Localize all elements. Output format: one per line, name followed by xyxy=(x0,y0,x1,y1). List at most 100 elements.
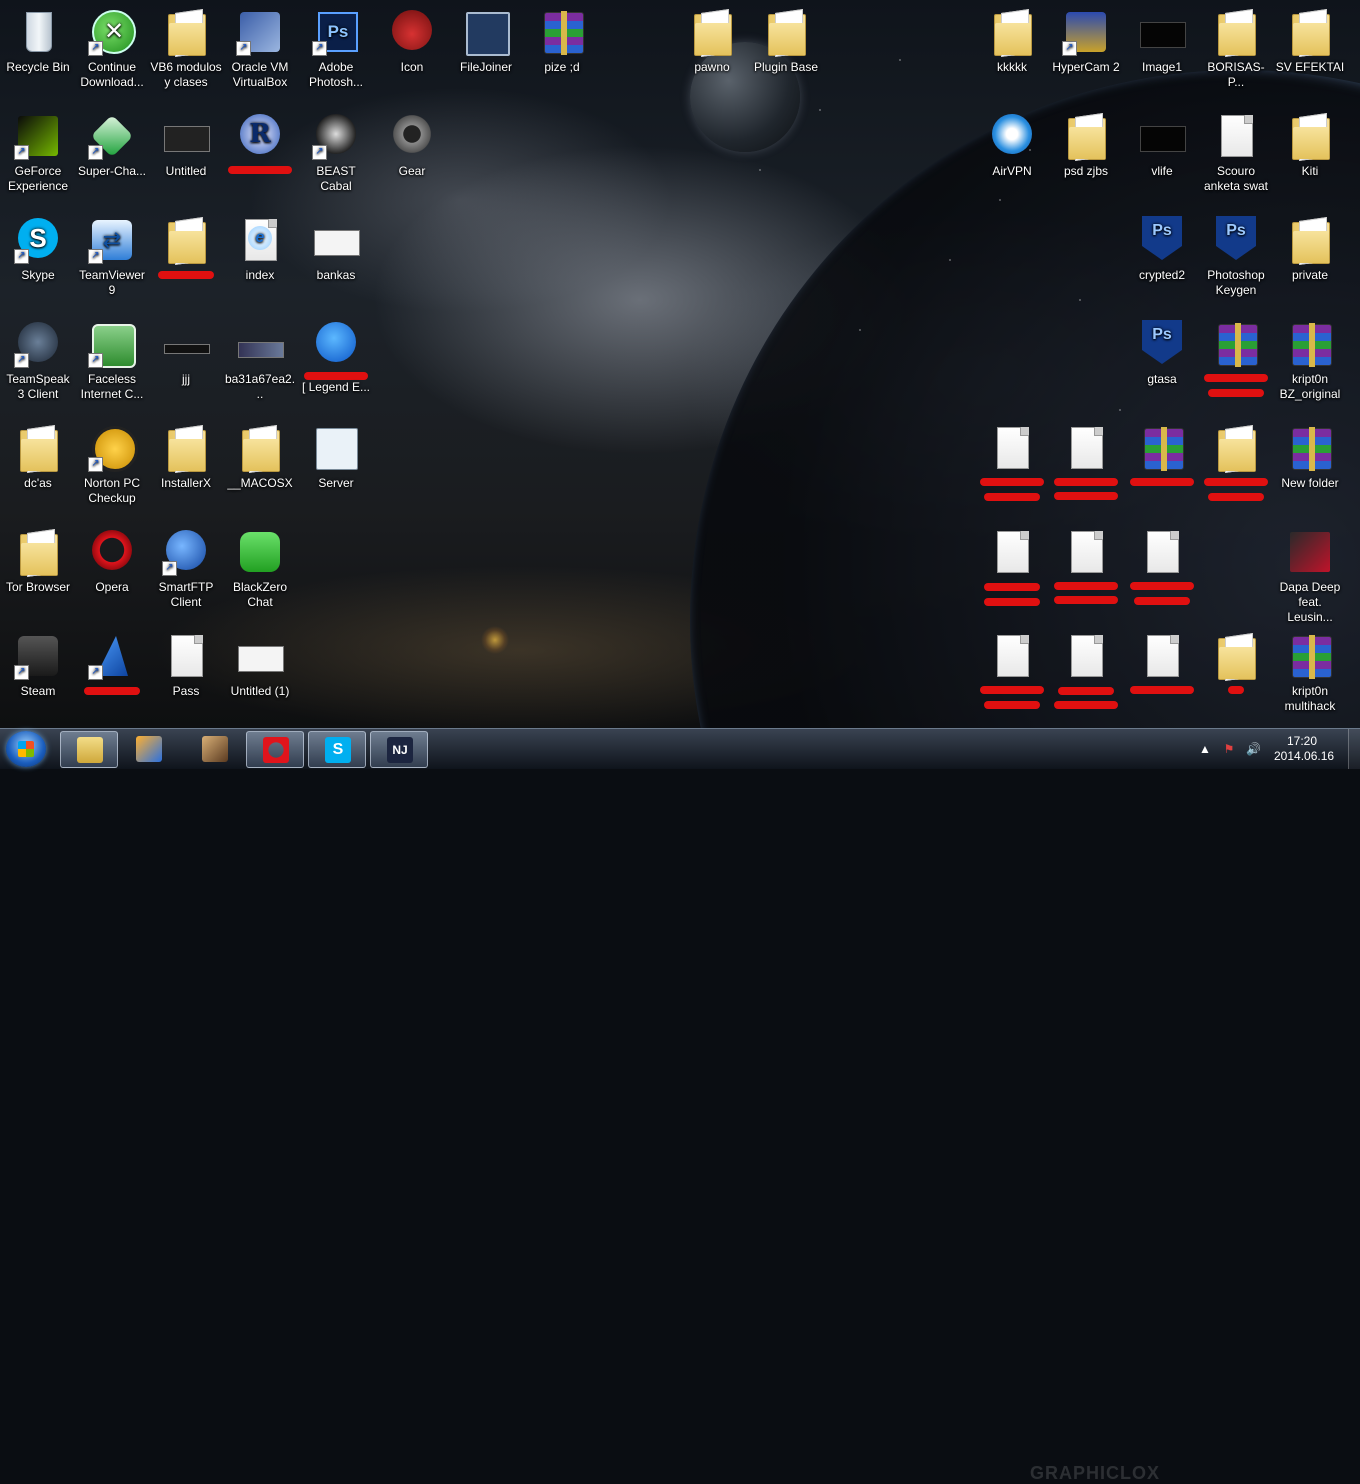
desktop-icon-installerx[interactable]: InstallerX xyxy=(148,418,224,520)
icon-label: SmartFTP Client xyxy=(158,580,214,609)
desktop-icon-scouro[interactable]: Scouro anketa swat xyxy=(1198,106,1274,208)
clock-date: 2014.06.16 xyxy=(1274,749,1335,763)
desktop-icon-jjj[interactable]: jjj xyxy=(148,314,224,416)
shortcut-arrow-icon: ↗ xyxy=(88,145,103,160)
desktop-icon-icon[interactable]: Icon xyxy=(374,2,450,104)
desktop-icon-index[interactable]: e index xyxy=(222,210,298,312)
taskbar-opera-button[interactable] xyxy=(246,731,304,768)
desktop-icon-opera[interactable]: Opera xyxy=(74,522,150,624)
desktop-icon-tor-browser[interactable]: Tor Browser xyxy=(0,522,76,624)
system-clock[interactable]: 17:20 2014.06.16 xyxy=(1274,734,1335,764)
desktop-icon-image1[interactable]: Image1 xyxy=(1124,2,1200,104)
redacted-label xyxy=(84,687,140,695)
desktop-icon-psd-zjbs[interactable]: psd zjbs xyxy=(1048,106,1124,208)
desktop-icon-redacted-doc-1[interactable] xyxy=(974,418,1050,520)
tray-show-hidden-icon[interactable]: ▲ xyxy=(1198,742,1212,756)
winrar-archive-icon xyxy=(1218,323,1258,367)
desktop-icon-filejoiner[interactable]: FileJoiner xyxy=(448,2,524,104)
desktop-icon-dapa-deep[interactable]: Dapa Deep feat. Leusin... xyxy=(1272,522,1348,624)
desktop-icon-norton[interactable]: ↗ Norton PC Checkup xyxy=(74,418,150,520)
redacted-label xyxy=(1054,596,1118,604)
icon-label: Dapa Deep feat. Leusin... xyxy=(1279,580,1341,624)
desktop-icon-redacted-doc-7[interactable] xyxy=(1124,522,1200,624)
icon-label: TeamSpeak 3 Client xyxy=(6,372,70,401)
desktop-icon-macosx[interactable]: __MACOSX xyxy=(222,418,298,520)
desktop-icon-pawno[interactable]: pawno xyxy=(674,2,750,104)
desktop-icon-redacted-r[interactable]: R xyxy=(222,106,298,208)
desktop-icon-redacted-folder[interactable] xyxy=(148,210,224,312)
desktop-icon-blackzero-chat[interactable]: BlackZero Chat xyxy=(222,522,298,624)
desktop-icon-redacted-doc-3[interactable] xyxy=(974,626,1050,728)
desktop-icon-faceless[interactable]: ↗ Faceless Internet C... xyxy=(74,314,150,416)
taskbar-skype-button[interactable]: S xyxy=(308,731,366,768)
desktop-icon-kiti[interactable]: Kiti xyxy=(1272,106,1348,208)
desktop-icon-airvpn[interactable]: AirVPN xyxy=(974,106,1050,208)
desktop-icon-super-cha[interactable]: ↗ Super-Cha... xyxy=(74,106,150,208)
desktop-icon-beast-cabal[interactable]: ↗ BEAST Cabal xyxy=(298,106,374,208)
desktop-icon-hypercam[interactable]: ↗ HyperCam 2 xyxy=(1048,2,1124,104)
icon-label: Photoshop Keygen xyxy=(1207,268,1265,297)
desktop-icon-photoshop[interactable]: Ps ↗ Adobe Photosh... xyxy=(298,2,374,104)
desktop-icon-pass[interactable]: Pass xyxy=(148,626,224,728)
desktop-icon-dc-as[interactable]: dc'as xyxy=(0,418,76,520)
icon-label: ba31a67ea2... xyxy=(224,372,296,401)
desktop-icon-sv-efektai[interactable]: SV EFEKTAI xyxy=(1272,2,1348,104)
desktop-icon-redacted-folder-2[interactable] xyxy=(1198,418,1274,520)
desktop-icon-teamspeak[interactable]: ↗ TeamSpeak 3 Client xyxy=(0,314,76,416)
desktop-icon-pize[interactable]: pize ;d xyxy=(524,2,600,104)
desktop-icon-continue-download[interactable]: ✕ ↗ Continue Download... xyxy=(74,2,150,104)
text-document-icon xyxy=(1071,427,1103,469)
redacted-label xyxy=(1130,478,1194,486)
desktop-icon-redacted-rar-2[interactable] xyxy=(1198,314,1274,416)
desktop-icon-recycle-bin[interactable]: Recycle Bin xyxy=(0,2,76,104)
taskbar-media-player-button[interactable] xyxy=(120,731,176,766)
taskbar-explorer-button[interactable] xyxy=(60,731,118,768)
redacted-label xyxy=(1208,493,1264,501)
taskbar-gta-button[interactable] xyxy=(186,731,242,766)
show-desktop-button[interactable] xyxy=(1348,729,1360,769)
desktop-icon-redacted-folder-3[interactable] xyxy=(1198,626,1274,728)
desktop-icon-kript0n-bz[interactable]: kript0n BZ_original xyxy=(1272,314,1348,416)
desktop-icon-smartftp[interactable]: ↗ SmartFTP Client xyxy=(148,522,224,624)
icon-label: jjj xyxy=(182,372,190,386)
desktop-icon-vb6[interactable]: VB6 modulos y clases xyxy=(148,2,224,104)
desktop-icon-untitled-1[interactable]: Untitled (1) xyxy=(222,626,298,728)
desktop-icon-ba31a67ea2[interactable]: ba31a67ea2... xyxy=(222,314,298,416)
desktop-icon-server[interactable]: Server xyxy=(298,418,374,520)
desktop-icon-redacted-doc-2[interactable] xyxy=(974,522,1050,624)
desktop-icon-kkkkk[interactable]: kkkkk xyxy=(974,2,1050,104)
start-button[interactable] xyxy=(6,731,46,767)
desktop-icon-borisas[interactable]: BORISAS-P... xyxy=(1198,2,1274,104)
desktop-icon-geforce-experience[interactable]: ↗ GeForce Experience xyxy=(0,106,76,208)
network-warning-icon[interactable]: ⚑ xyxy=(1222,742,1236,756)
desktop-icon-new-folder[interactable]: New folder xyxy=(1272,418,1348,520)
text-document-icon xyxy=(171,635,203,677)
icon-label: BlackZero Chat xyxy=(232,580,288,609)
desktop-icon-steam[interactable]: ↗ Steam xyxy=(0,626,76,728)
desktop-icon-crypted2[interactable]: Ps crypted2 xyxy=(1124,210,1200,312)
desktop-icon-redacted-doc-6[interactable] xyxy=(1048,626,1124,728)
desktop-icon-virtualbox[interactable]: ↗ Oracle VM VirtualBox xyxy=(222,2,298,104)
desktop-icon-plugin-base[interactable]: Plugin Base xyxy=(748,2,824,104)
desktop-icon-redacted-doc-8[interactable] xyxy=(1124,626,1200,728)
desktop-icon-skype[interactable]: S ↗ Skype xyxy=(0,210,76,312)
desktop-icon-vlife[interactable]: vlife xyxy=(1124,106,1200,208)
desktop-icon-redacted-rar-1[interactable] xyxy=(1124,418,1200,520)
desktop-icon-teamviewer[interactable]: ⇄ ↗ TeamViewer 9 xyxy=(74,210,150,312)
desktop-icon-legend[interactable]: [ Legend E... xyxy=(298,314,374,416)
desktop-icon-gear[interactable]: Gear xyxy=(374,106,450,208)
desktop-icon-gtasa[interactable]: Ps gtasa xyxy=(1124,314,1200,416)
volume-icon[interactable]: 🔊 xyxy=(1246,742,1261,756)
desktop-icon-untitled[interactable]: Untitled xyxy=(148,106,224,208)
folder-icon xyxy=(1218,430,1256,472)
icon-label: HyperCam 2 xyxy=(1052,60,1120,74)
desktop-icon-private[interactable]: private xyxy=(1272,210,1348,312)
desktop-icon-photoshop-keygen[interactable]: Ps Photoshop Keygen xyxy=(1198,210,1274,312)
desktop-icon-kript0n-multihack[interactable]: kript0n multihack xyxy=(1272,626,1348,728)
taskbar-nj-button[interactable]: NJ xyxy=(370,731,428,768)
desktop-icon-redacted-shark[interactable]: ↗ xyxy=(74,626,150,728)
desktop-icon-redacted-doc-4[interactable] xyxy=(1048,418,1124,520)
desktop-icon-redacted-doc-5[interactable] xyxy=(1048,522,1124,624)
image-thumbnail-icon xyxy=(238,646,284,672)
desktop-icon-bankas[interactable]: bankas xyxy=(298,210,374,312)
